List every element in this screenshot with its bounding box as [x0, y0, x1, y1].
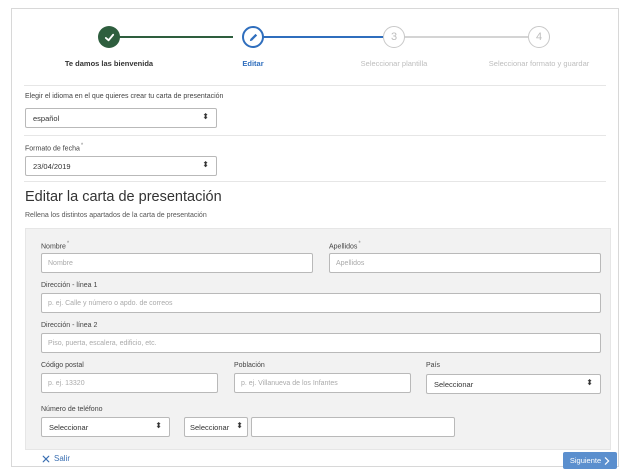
apellidos-field[interactable]: Apellidos [329, 253, 601, 273]
nombre-field[interactable]: Nombre [41, 253, 313, 273]
step-3-label: Seleccionar plantilla [360, 59, 428, 68]
select-caret-icon: ⬍ [236, 421, 243, 430]
language-label: Elegir el idioma en el que quieres crear… [25, 93, 224, 100]
step-4-circle: 4 [528, 26, 550, 48]
step-4-label: Seleccionar formato y guardar [488, 59, 590, 68]
page-subtitle: Rellena los distintos apartados de la ca… [25, 212, 207, 219]
divider [24, 135, 606, 136]
step-3-circle: 3 [383, 26, 405, 48]
pais-label: País [426, 362, 441, 369]
direccion2-label: Dirección - línea 2 [41, 322, 98, 329]
chevron-right-icon [604, 456, 610, 465]
apellidos-label: Apellidos* [329, 241, 361, 251]
select-caret-icon: ⬍ [586, 378, 593, 387]
step-1-circle [98, 26, 120, 48]
step-2-label: Editar [242, 59, 264, 68]
telefono-type-select[interactable]: Seleccionar ⬍ [41, 417, 170, 437]
codigo-postal-field[interactable]: p. ej. 13320 [41, 373, 218, 393]
select-caret-icon: ⬍ [155, 421, 162, 430]
pais-select[interactable]: Seleccionar ⬍ [426, 374, 601, 394]
language-select[interactable]: español ⬍ [25, 108, 217, 128]
progress-stepper: 3 4 Te damos las bienvenida Editar Selec… [12, 9, 620, 81]
page-title: Editar la carta de presentación [25, 189, 222, 205]
form-panel: Nombre* Nombre Apellidos* Apellidos Dire… [25, 228, 611, 450]
language-value: español [33, 113, 60, 123]
poblacion-label: Población [234, 362, 265, 369]
select-caret-icon: ⬍ [202, 160, 209, 169]
divider [24, 85, 606, 86]
pencil-icon [249, 33, 257, 41]
direccion2-field[interactable]: Piso, puerta, escalera, edificio, etc. [41, 333, 601, 353]
next-button[interactable]: Siguiente [563, 452, 617, 469]
check-icon [104, 33, 114, 41]
telefono-type-value: Seleccionar [49, 422, 89, 432]
next-label: Siguiente [569, 456, 602, 465]
step-connector-1 [110, 36, 233, 38]
telefono-prefix-value: Seleccionar [190, 422, 230, 432]
pais-value: Seleccionar [434, 379, 474, 389]
wizard-window: 3 4 Te damos las bienvenida Editar Selec… [11, 8, 620, 469]
poblacion-field[interactable]: p. ej. Villanueva de los Infantes [234, 373, 411, 393]
telefono-label: Número de teléfono [41, 406, 103, 413]
codigo-postal-label: Código postal [41, 362, 84, 369]
close-icon [42, 455, 50, 462]
direccion1-field[interactable]: p. ej. Calle y número o apdo. de correos [41, 293, 601, 313]
divider [24, 181, 606, 182]
date-format-label: Formato de fecha* [25, 143, 84, 153]
exit-link[interactable]: Salir [42, 454, 70, 463]
direccion1-label: Dirección - línea 1 [41, 282, 98, 289]
step-1-label: Te damos las bienvenida [64, 59, 154, 68]
step-connector-2 [255, 36, 383, 38]
telefono-number-field[interactable] [251, 417, 455, 437]
nombre-label: Nombre* [41, 241, 70, 251]
select-caret-icon: ⬍ [202, 112, 209, 121]
telefono-prefix-select[interactable]: Seleccionar ⬍ [184, 417, 248, 437]
step-2-circle [242, 26, 264, 48]
date-format-value: 23/04/2019 [33, 161, 71, 171]
date-format-select[interactable]: 23/04/2019 ⬍ [25, 156, 217, 176]
exit-label: Salir [54, 454, 71, 463]
step-4-number: 4 [535, 31, 543, 43]
step-connector-3 [404, 36, 528, 38]
step-3-number: 3 [390, 31, 398, 43]
